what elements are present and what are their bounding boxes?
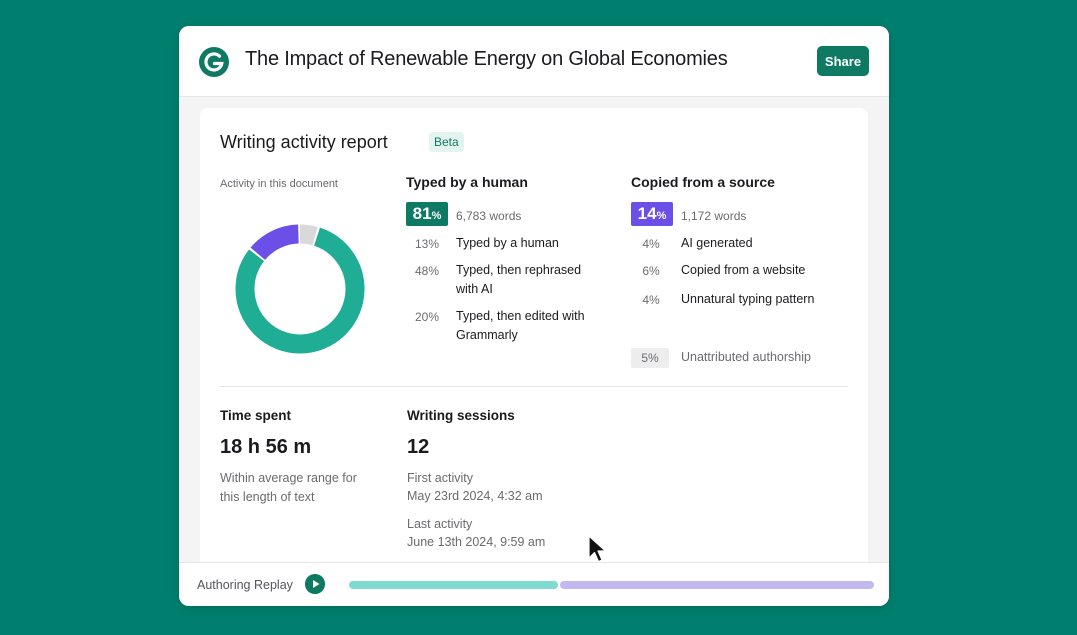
title-bar: The Impact of Renewable Energy on Global… [179,26,889,97]
typed-row-2-percent: 48% [414,264,440,278]
sessions-value: 12 [407,436,430,458]
typed-heading: Typed by a human [406,174,528,190]
replay-track-copied [560,581,874,589]
first-activity-label: First activity [407,471,473,485]
grammarly-logo-icon [199,47,229,77]
typed-row-2-label: Typed, then rephrased with AI [456,263,582,296]
unattributed-percent: 5% [631,348,669,368]
time-spent-note: Within average range for this length of … [220,471,357,504]
last-activity-label: Last activity [407,517,473,531]
time-spent-heading: Time spent [220,408,292,423]
report-title: Writing activity report [220,132,388,152]
typed-row-3-percent: 20% [414,310,440,324]
copied-percent-value: 14 [637,204,657,223]
typed-row-1-label: Typed by a human [456,236,559,250]
authoring-replay-label: Authoring Replay [197,578,293,592]
report-card: Writing activity report Beta Activity in… [200,108,868,578]
copied-row-2-label: Copied from a website [681,263,806,277]
play-icon[interactable] [305,574,325,594]
copied-word-count: 1,172 words [681,209,747,223]
typed-word-count: 6,783 words [456,209,522,223]
section-divider [220,386,848,387]
share-button[interactable]: Share [817,46,869,76]
last-activity-value: June 13th 2024, 9:59 am [407,535,546,549]
mouse-pointer-icon [588,535,607,563]
typed-row-3-label: Typed, then edited with Grammarly [456,309,585,342]
document-title: The Impact of Renewable Energy on Global… [245,48,728,70]
copied-heading: Copied from a source [631,174,775,190]
unattributed-label: Unattributed authorship [681,350,811,364]
copied-row-3-percent: 4% [642,293,660,307]
replay-timeline[interactable] [349,581,874,589]
time-spent-value: 18 h 56 m [220,436,312,458]
sessions-heading: Writing sessions [407,408,515,423]
typed-percent-badge: 81% [406,202,448,226]
copied-row-1-label: AI generated [681,236,753,250]
app-window: The Impact of Renewable Energy on Global… [179,26,889,606]
beta-badge: Beta [429,132,464,152]
replay-bar: Authoring Replay [179,562,889,606]
copied-percent-badge: 14% [631,202,673,226]
typed-row-1-percent: 13% [414,237,440,251]
typed-percent-value: 81 [412,204,432,223]
replay-track-human [349,581,558,589]
chart-label: Activity in this document [220,178,338,190]
activity-donut-chart [235,224,365,354]
copied-row-3-label: Unnatural typing pattern [681,292,815,306]
copied-row-1-percent: 4% [642,237,660,251]
first-activity-value: May 23rd 2024, 4:32 am [407,489,543,503]
copied-row-2-percent: 6% [642,264,660,278]
